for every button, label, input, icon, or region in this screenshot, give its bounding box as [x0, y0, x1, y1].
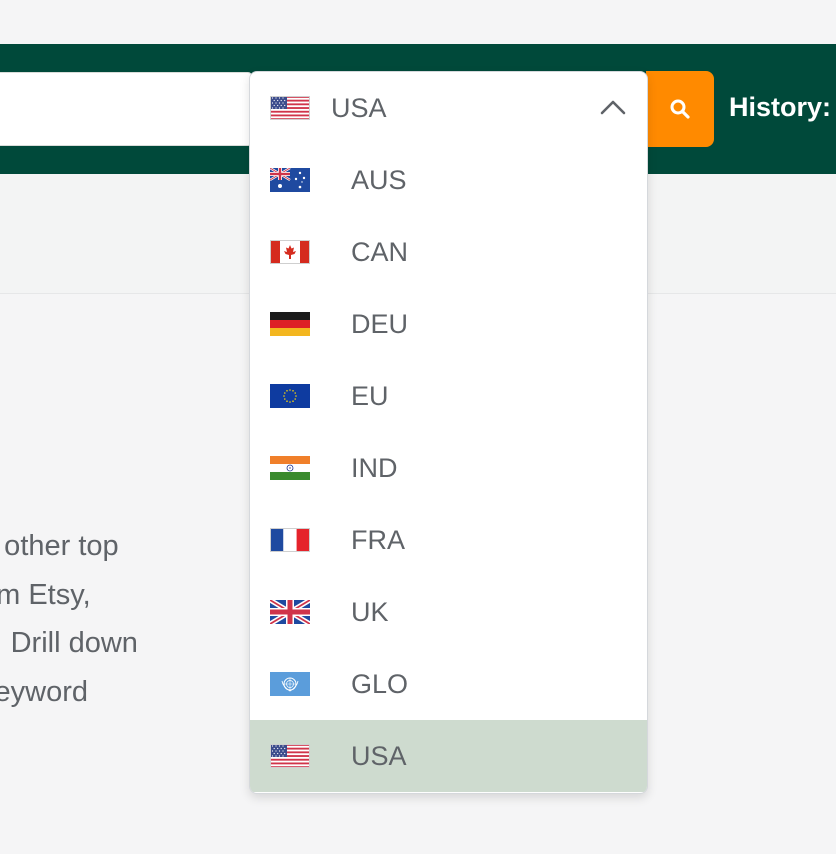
- description-line: n other top: [0, 530, 119, 562]
- country-option-usa[interactable]: USA: [250, 720, 647, 792]
- description-line: keyword: [0, 675, 88, 708]
- country-option-label: UK: [351, 596, 389, 627]
- page: History: n other top om Etsy, J. Drill d…: [0, 0, 836, 854]
- country-option-label: IND: [351, 452, 398, 483]
- fr-flag-icon: [270, 528, 310, 552]
- us-flag-icon: [270, 744, 310, 768]
- country-option-label: AUS: [351, 164, 407, 195]
- description-line: J. Drill down: [0, 627, 138, 659]
- country-option-can[interactable]: CAN: [250, 216, 647, 288]
- country-option-eu[interactable]: EU: [250, 360, 647, 432]
- country-option-label: USA: [351, 740, 407, 771]
- chevron-up-icon[interactable]: [599, 94, 627, 122]
- search-button[interactable]: [646, 71, 714, 147]
- uk-flag-icon: [270, 600, 310, 624]
- country-option-fra[interactable]: FRA: [250, 504, 647, 576]
- eu-flag-icon: [270, 384, 310, 408]
- us-flag-icon: [270, 96, 310, 120]
- de-flag-icon: [270, 312, 310, 336]
- in-flag-icon: [270, 456, 310, 480]
- country-option-label: CAN: [351, 236, 409, 267]
- country-option-label: EU: [351, 380, 389, 411]
- history-label: History:: [729, 92, 832, 122]
- search-icon: [670, 99, 690, 119]
- description-paragraph: n other top om Etsy, J. Drill down keywo…: [0, 522, 250, 716]
- selected-country-label: USA: [331, 92, 387, 123]
- ca-flag-icon: [270, 240, 310, 264]
- description-line: om Etsy,: [0, 578, 91, 611]
- country-option-uk[interactable]: UK: [250, 576, 647, 648]
- un-flag-icon: [270, 672, 310, 696]
- country-options-list: AUS CAN DEU EU IND FRA UK GLO USA: [250, 144, 647, 792]
- country-option-deu[interactable]: DEU: [250, 288, 647, 360]
- country-option-label: GLO: [351, 668, 409, 699]
- search-input[interactable]: [0, 72, 252, 146]
- country-option-label: FRA: [351, 524, 405, 555]
- country-dropdown[interactable]: USA AUS CAN DEU EU IND FRA UK GLO USA: [249, 71, 648, 794]
- top-strip: [0, 0, 836, 44]
- country-option-aus[interactable]: AUS: [250, 144, 647, 216]
- country-option-ind[interactable]: IND: [250, 432, 647, 504]
- country-option-glo[interactable]: GLO: [250, 648, 647, 720]
- au-flag-icon: [270, 168, 310, 192]
- country-option-label: DEU: [351, 308, 409, 339]
- country-select-current[interactable]: USA: [250, 72, 647, 144]
